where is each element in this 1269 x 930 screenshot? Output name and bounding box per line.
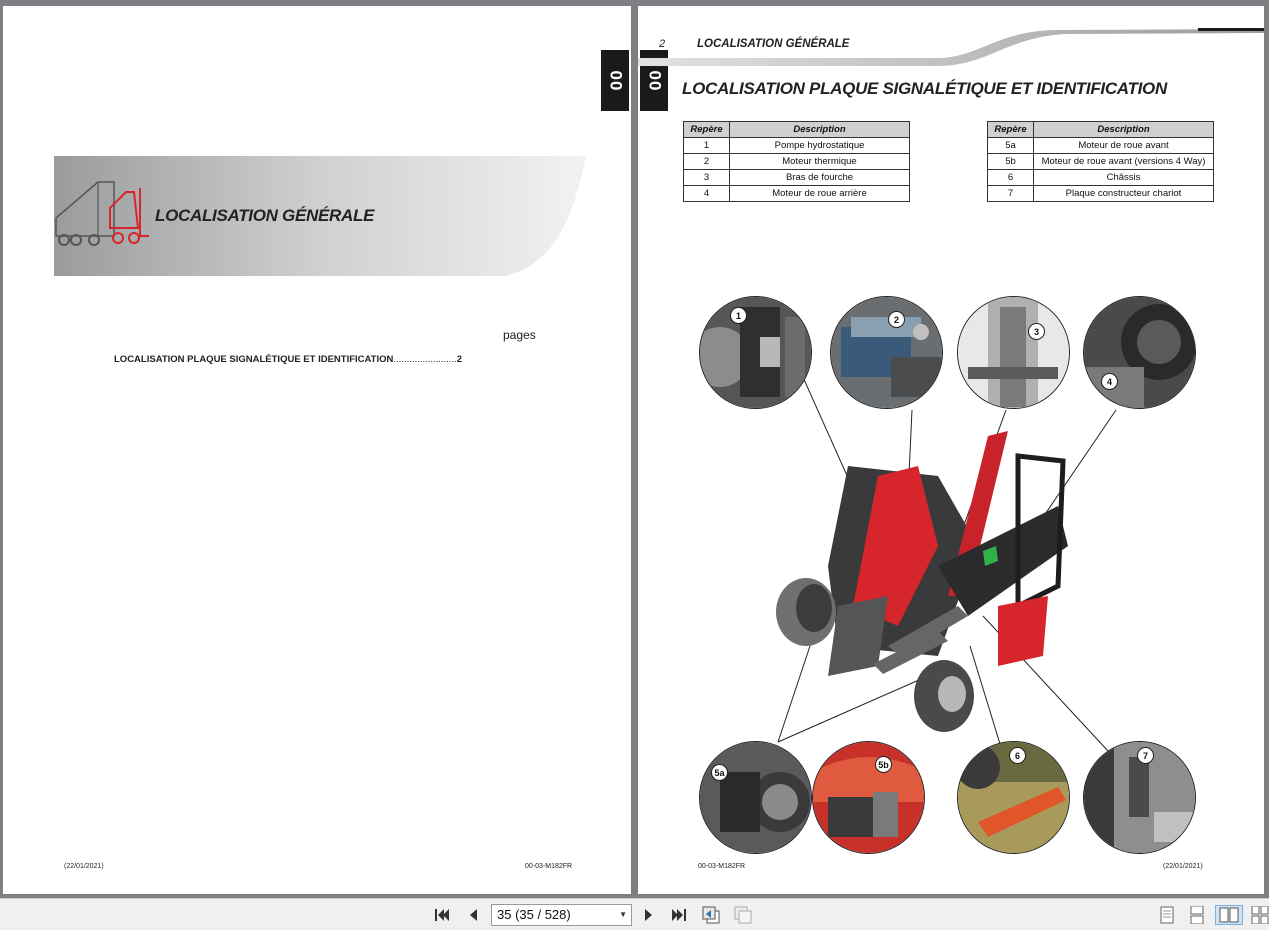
single-page-icon[interactable] [1157, 905, 1177, 925]
callout-marker: 5a [711, 764, 728, 781]
two-page-continuous-icon[interactable] [1250, 905, 1269, 925]
left-page: 00 LOCALISATION GÉNÉRALE pages LOCALISAT… [3, 6, 631, 894]
right-page: 00 2 LOCALISATION GÉNÉRALE LOCALISATION … [638, 6, 1264, 894]
toc-entry[interactable]: LOCALISATION PLAQUE SIGNALÉTIQUE ET IDEN… [114, 354, 462, 365]
detail-photo-5b [812, 741, 925, 854]
footer-ref: 00-03-M182FR [698, 863, 746, 870]
detail-photo-3 [957, 296, 1070, 409]
first-page-icon[interactable] [432, 905, 452, 925]
back-view-icon[interactable] [701, 905, 721, 925]
footer-date: (22/01/2021) [1163, 863, 1203, 870]
detail-photo-1 [699, 296, 812, 409]
detail-photo-2 [830, 296, 943, 409]
page-indicator: 35 (35 / 528) [497, 907, 571, 922]
detail-photo-5a [699, 741, 812, 854]
callout-marker: 2 [888, 311, 905, 328]
callout-marker: 7 [1137, 747, 1154, 764]
footer-date: (22/01/2021) [64, 863, 104, 870]
callout-marker: 5b [875, 756, 892, 773]
next-page-icon[interactable] [639, 905, 659, 925]
previous-page-icon[interactable] [463, 905, 483, 925]
chevron-down-icon: ▼ [619, 910, 627, 919]
forward-view-icon[interactable] [733, 905, 753, 925]
two-page-icon[interactable] [1215, 905, 1243, 925]
toc-entry-label: LOCALISATION PLAQUE SIGNALÉTIQUE ET IDEN… [114, 354, 394, 365]
toc-entry-dots: ........................ [393, 354, 457, 365]
toc-pages-header: pages [503, 328, 536, 342]
callout-marker: 3 [1028, 323, 1045, 340]
viewer-toolbar: 35 (35 / 528) ▼ [0, 898, 1269, 930]
section-title: LOCALISATION GÉNÉRALE [155, 206, 375, 225]
truck-forklift-icon [55, 181, 149, 246]
continuous-icon[interactable] [1187, 905, 1207, 925]
callout-marker: 4 [1101, 373, 1118, 390]
footer-ref: 00-03-M182FR [525, 863, 573, 870]
toc-entry-page: 2 [456, 354, 463, 365]
callout-marker: 6 [1009, 747, 1026, 764]
forklift-illustration [776, 431, 1068, 732]
detail-photo-4 [1083, 296, 1196, 409]
callout-marker: 1 [730, 307, 747, 324]
last-page-icon[interactable] [669, 905, 689, 925]
document-viewer[interactable]: 00 LOCALISATION GÉNÉRALE pages LOCALISAT… [0, 0, 1269, 898]
page-number-select[interactable]: 35 (35 / 528) ▼ [491, 904, 632, 926]
section-tab: 00 [601, 50, 629, 111]
